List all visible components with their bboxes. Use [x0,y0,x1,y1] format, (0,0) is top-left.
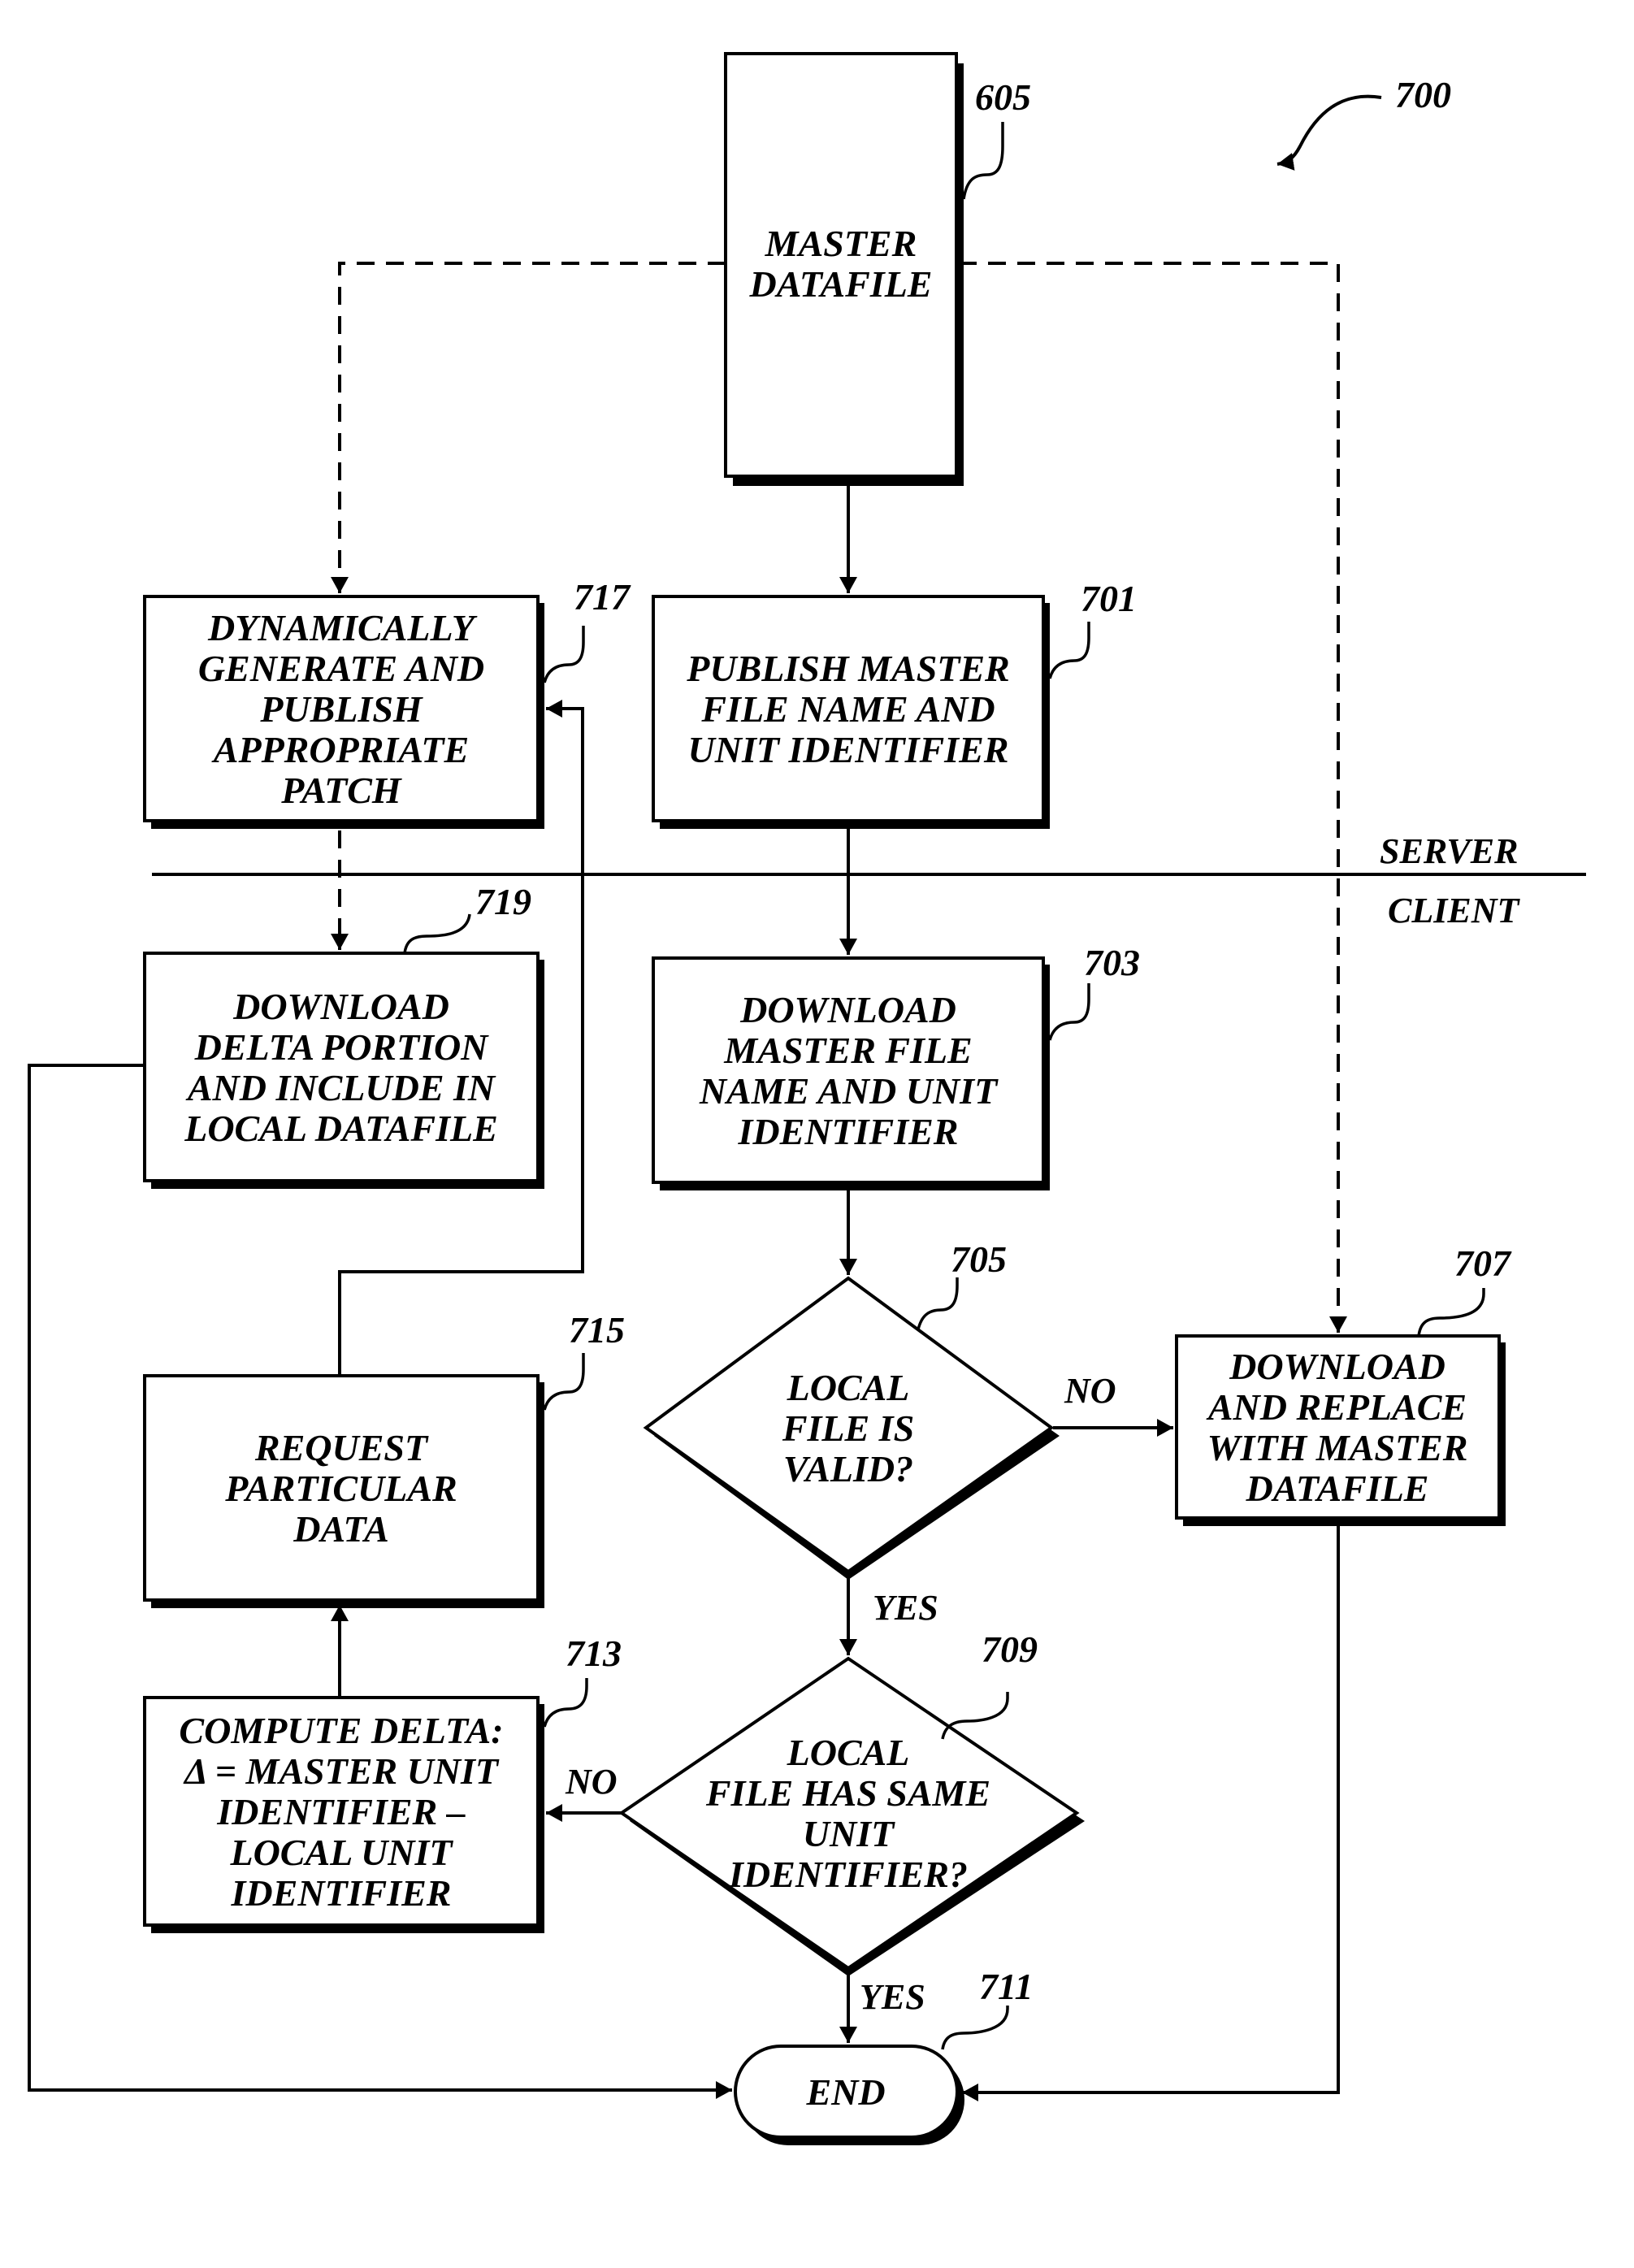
reference-number: 717 [574,576,631,618]
reference-number: 709 [982,1628,1038,1670]
node-text: PUBLISH MASTER FILE NAME AND UNIT IDENTIFI… [686,648,1010,770]
node-text-line: FILE IS [782,1407,914,1449]
reference-number: 711 [979,1966,1033,2007]
reference-leader [403,913,471,954]
node-text-line: LOCAL UNIT [229,1832,453,1873]
node-text-line: NAME AND UNIT [699,1070,999,1112]
node-text: MASTER DATAFILE [749,223,933,305]
node-text-line: APPROPRIATE [211,729,469,770]
node-text-line: AND REPLACE [1206,1386,1467,1428]
node-text-line: END [805,2071,885,2113]
node-text-line: PUBLISH [259,688,423,730]
reference-leader [917,1277,959,1330]
reference-leader [1048,983,1090,1041]
node-text-line: DATA [293,1508,389,1550]
reference-number: 715 [569,1309,625,1351]
node-text-line: UNIT IDENTIFIER [688,729,1009,770]
node-text-line: DOWNLOAD [1229,1346,1445,1387]
reference-number: 707 [1454,1242,1512,1284]
edge-label-705-yes: YES [873,1588,938,1628]
server-zone-label: SERVER [1380,831,1518,871]
node-text-line: PARTICULAR [224,1468,457,1509]
node-text-line: LOCAL [787,1732,910,1773]
node-text-line: COMPUTE DELTA: [179,1710,503,1751]
reference-number: 701 [1081,578,1137,619]
reference-leader [543,1353,585,1411]
reference-number: 705 [951,1238,1007,1280]
edge-label-709-no: NO [565,1762,618,1802]
reference-leader [1417,1288,1485,1337]
edge-label-705-no: NO [1064,1371,1116,1411]
node-text-line: UNIT [803,1813,895,1854]
node-text-line: Δ = MASTER UNIT [183,1750,500,1792]
node-text-line: IDENTIFIER? [728,1854,968,1895]
node-text-line: IDENTIFIER [231,1872,452,1914]
node-text: END [805,2071,885,2113]
node-text-line: DYNAMICALLY [207,607,478,648]
figure-number-label: 700 [1395,74,1451,115]
node-707: DOWNLOAD AND REPLACE WITH MASTER DATAFILE 7… [1175,1242,1512,1526]
node-master-datafile: MASTER DATAFILE 605 [724,52,1031,486]
client-zone-label: CLIENT [1388,891,1520,930]
node-text-line: DOWNLOAD [232,986,449,1027]
reference-leader [941,2006,1009,2050]
figure-pointer-arrow-icon [1276,94,1382,171]
node-715: REQUEST PARTICULAR DATA 715 [143,1309,625,1608]
node-text-line: WITH MASTER [1207,1427,1468,1468]
node-701: PUBLISH MASTER FILE NAME AND UNIT IDENTIFI… [652,578,1137,829]
dashed-master-to-717 [331,262,726,593]
node-text-line: LOCAL DATAFILE [184,1108,498,1149]
flowchart-canvas: 700 SERVER CLIENT NO YES NO YES MASTER D… [28,52,1586,2145]
reference-leader [543,626,585,683]
decision-709: LOCAL FILE HAS SAME UNIT IDENTIFIER? 709 [618,1628,1085,1976]
node-text-line: DELTA PORTION [194,1026,490,1068]
node-text-line: IDENTIFIER – [216,1791,465,1832]
node-text: LOCAL FILE IS VALID? [782,1367,914,1490]
node-text-line: GENERATE AND [198,648,484,689]
node-text-line: MASTER FILE [723,1030,973,1071]
node-text-line: MASTER [765,223,917,264]
reference-number: 719 [475,881,531,922]
reference-leader [543,1678,588,1728]
node-text-line: AND INCLUDE IN [185,1067,496,1108]
node-text-line: PATCH [280,770,402,811]
node-text-line: DOWNLOAD [739,989,956,1030]
node-713: COMPUTE DELTA: Δ = MASTER UNIT IDENTIFIER … [143,1633,622,1933]
reference-leader [1048,622,1090,679]
node-703: DOWNLOAD MASTER FILE NAME AND UNIT IDENTIFI… [652,942,1140,1190]
node-717: DYNAMICALLY GENERATE AND PUBLISH APPROPRIAT… [143,576,631,829]
node-text: DOWNLOAD MASTER FILE NAME AND UNIT IDENTIFI… [699,989,999,1152]
node-719: DOWNLOAD DELTA PORTION AND INCLUDE IN LOCAL… [143,881,544,1189]
node-text-line: FILE HAS SAME [705,1772,990,1814]
node-text-line: IDENTIFIER [738,1111,959,1152]
node-text-line: PUBLISH MASTER [686,648,1010,689]
node-text-line: VALID? [783,1448,913,1490]
node-text-line: DATAFILE [749,263,933,305]
node-text-line: FILE NAME AND [700,688,995,730]
reference-number: 713 [566,1633,622,1674]
node-text-line: DATAFILE [1246,1468,1429,1509]
figure-reference: 700 [1276,74,1451,171]
node-text-line: REQUEST [254,1427,429,1468]
reference-leader [962,122,1004,200]
node-text-line: LOCAL [787,1367,910,1408]
edge-label-709-yes: YES [860,1977,925,2017]
reference-number: 703 [1084,942,1140,983]
decision-705: LOCAL FILE IS VALID? 705 [643,1238,1060,1580]
server-client-divider: SERVER CLIENT [152,831,1586,930]
reference-number: 605 [975,76,1031,118]
